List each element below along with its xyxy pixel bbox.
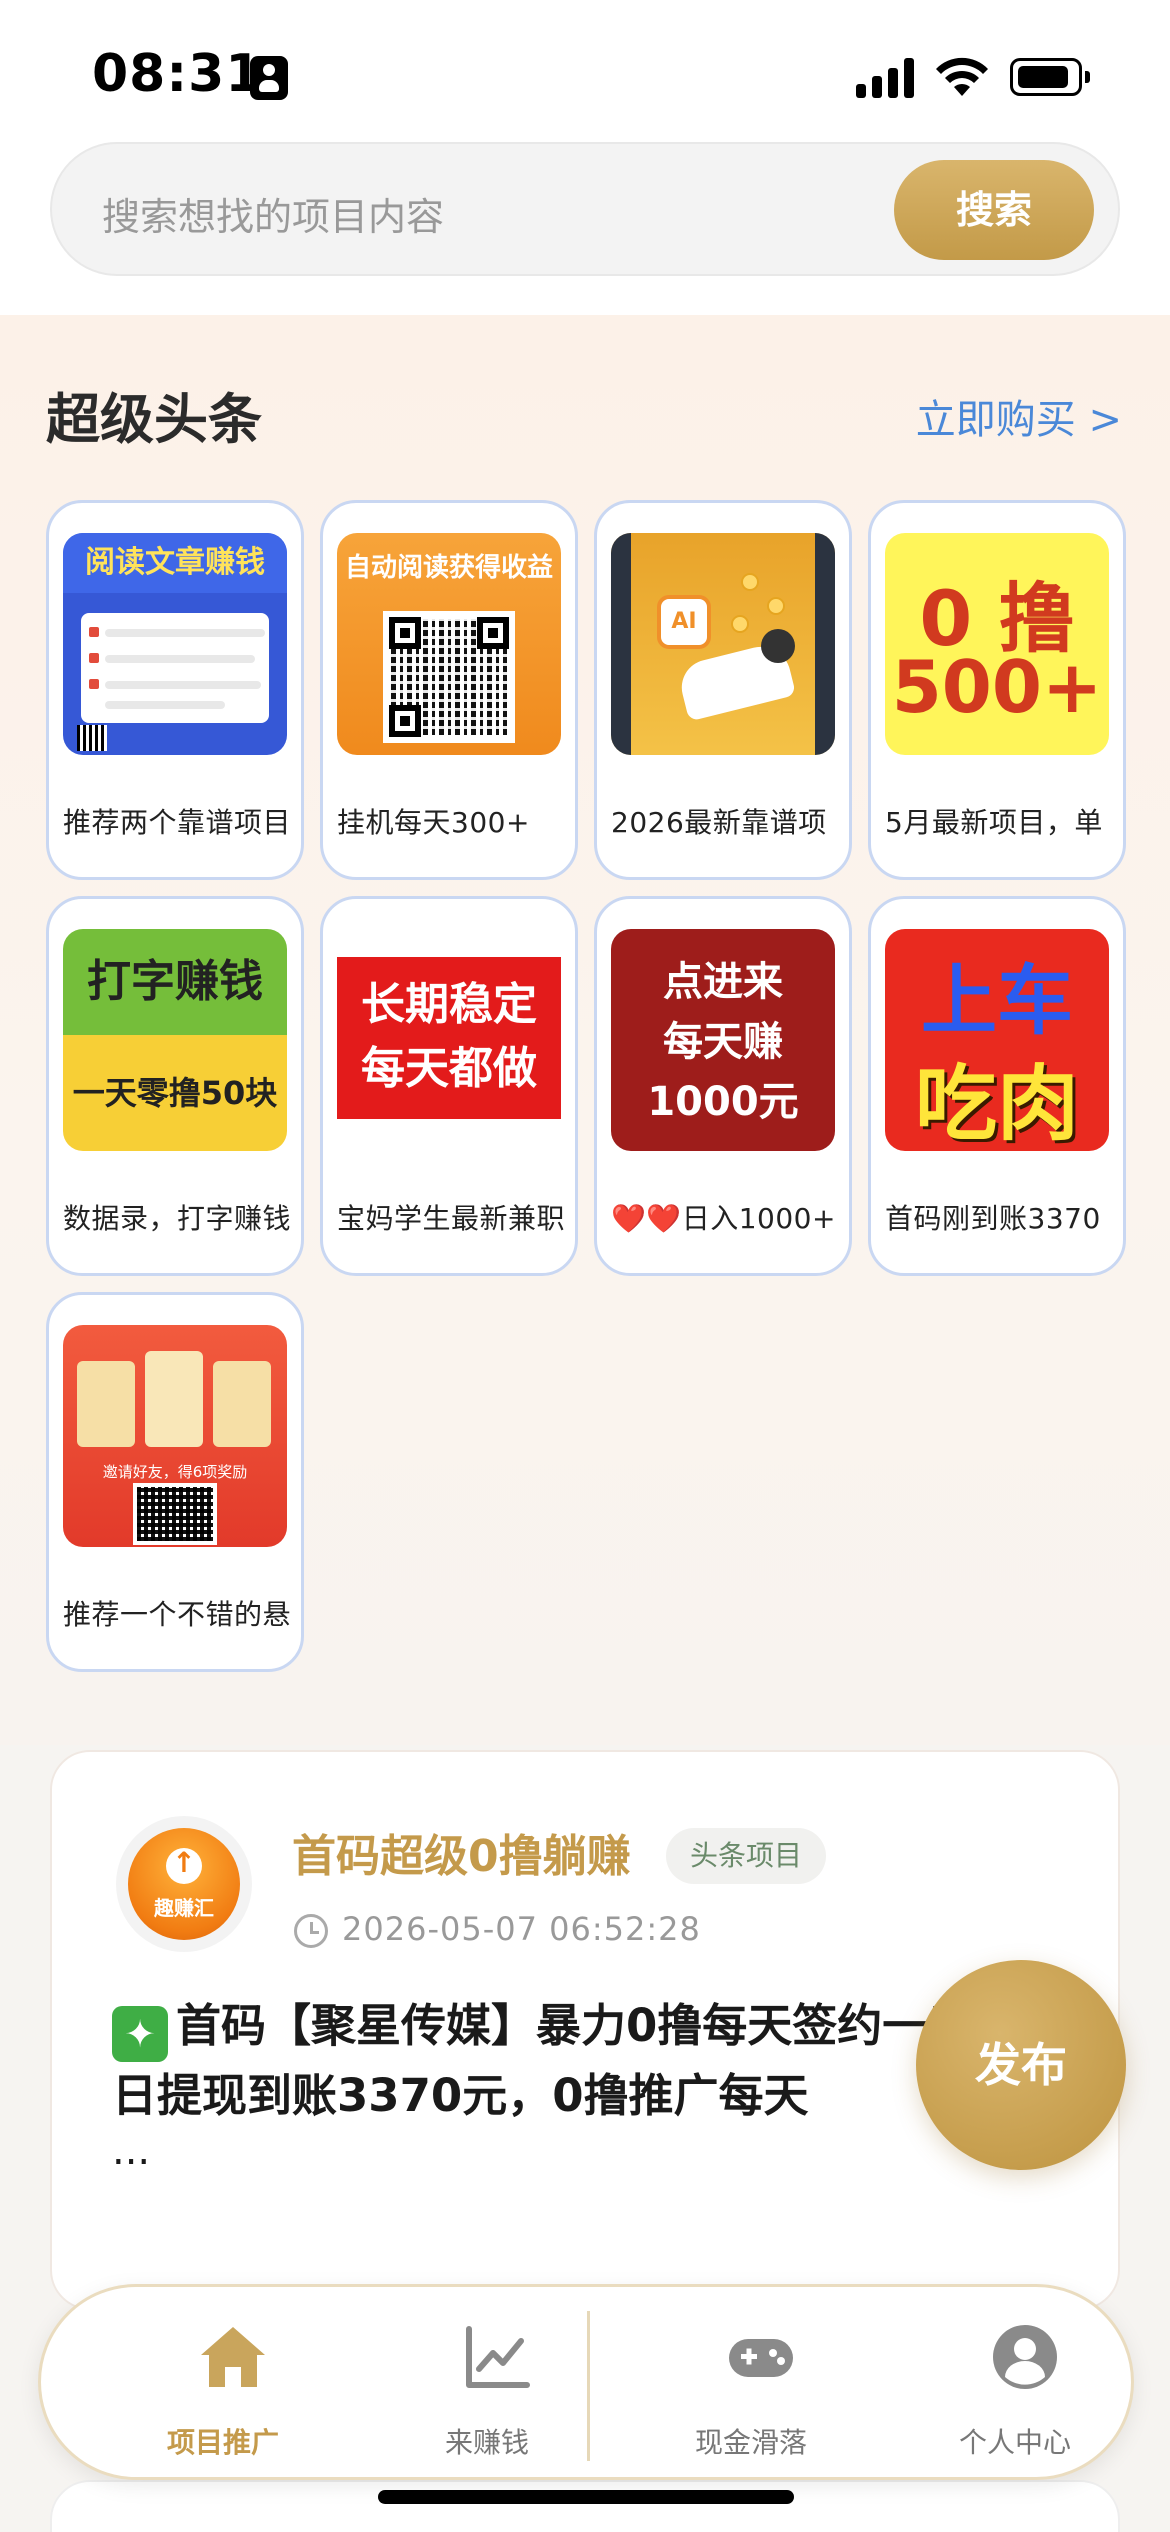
card-thumbnail: 自动阅读获得收益 [337, 533, 561, 755]
app-screen: 08:31 搜索想找的项目内容 搜索 超级头条 立即购买 > 阅读文章赚钱 推荐… [0, 0, 1170, 2532]
card-label: ❤️❤️日入1000+ [611, 1202, 836, 1235]
envelope-icon [145, 1351, 203, 1447]
headline-card[interactable]: 打字赚钱 一天零撸50块 数据录，打字赚钱 [46, 896, 304, 1276]
card-label: 首码刚到账3370 [885, 1202, 1101, 1235]
status-bar: 08:31 [0, 0, 1170, 140]
portrait-lock-icon [250, 56, 288, 100]
tab-label: 来赚钱 [444, 2426, 529, 2459]
buy-now-link[interactable]: 立即购买 > [916, 387, 1122, 445]
cellular-signal-icon [856, 58, 914, 98]
headline-card[interactable]: 点进来 每天赚 1000元 ❤️❤️日入1000+ [594, 896, 852, 1276]
thumbnail-text: 每天赚 [663, 1019, 783, 1065]
card-thumbnail: 长期稳定 每天都做 [337, 929, 561, 1151]
thumbnail-text: 邀请好友，得6项奖励 [102, 1463, 248, 1481]
tab-cash-drop[interactable]: 现金滑落 [619, 2287, 883, 2483]
headline-card[interactable]: 上车 吃肉 首码刚到账3370 [868, 896, 1126, 1276]
battery-icon [1010, 58, 1090, 96]
headline-card[interactable]: 0 撸 500+ 5月最新项目，单 [868, 500, 1126, 880]
avatar-brand-text: 趣赚汇 [154, 1896, 214, 1920]
avatar[interactable]: 趣赚汇 [116, 1816, 252, 1952]
tab-label: 现金滑落 [694, 2426, 807, 2459]
thumbnail-text: 每天都做 [361, 1043, 537, 1094]
card-thumbnail: 邀请好友，得6项奖励 [63, 1325, 287, 1547]
tab-project-promotion[interactable]: 项目推广 [91, 2287, 355, 2483]
thumbnail-text: 吃肉 [914, 1057, 1079, 1151]
card-label: 推荐一个不错的悬 [63, 1598, 291, 1631]
post-ellipsis: ... [112, 2128, 151, 2174]
sparkle-icon: ✦ [112, 2006, 168, 2062]
thumbnail-text: 1000元 [647, 1079, 799, 1125]
post-timestamp: 2026-05-07 06:52:28 [342, 1910, 701, 1948]
card-thumbnail: 上车 吃肉 [885, 929, 1109, 1151]
card-label: 宝妈学生最新兼职 [337, 1202, 565, 1235]
search-bar: 搜索想找的项目内容 搜索 [0, 140, 1170, 315]
tab-personal-center[interactable]: 个人中心 [883, 2287, 1147, 2483]
headline-card[interactable]: 自动阅读获得收益 挂机每天300+ [320, 500, 578, 880]
thumbnail-text: 自动阅读获得收益 [344, 553, 553, 583]
gamepad-icon [729, 2339, 793, 2377]
post-title[interactable]: 首码超级0撸躺赚 [292, 1820, 631, 1884]
ai-logo-icon: AI [657, 595, 711, 649]
post-tag-badge: 头条项目 [666, 1828, 827, 1884]
user-icon [993, 2325, 1057, 2389]
thumbnail-text: 上车 [921, 956, 1073, 1045]
home-icon [201, 2327, 265, 2387]
home-indicator[interactable] [378, 2490, 794, 2504]
tab-label: 项目推广 [166, 2426, 279, 2459]
search-button[interactable]: 搜索 [894, 160, 1094, 260]
qr-code-icon [133, 1483, 217, 1545]
thumbnail-text: 长期稳定 [361, 979, 537, 1030]
section-title: 超级头条 [46, 388, 262, 451]
bottom-tab-bar: 项目推广 来赚钱 现金滑落 个人中心 [38, 2284, 1134, 2480]
clock-icon [294, 1914, 328, 1948]
thumbnail-text: 500+ [891, 645, 1103, 729]
publish-button[interactable]: 发布 [916, 1960, 1126, 2170]
headline-card[interactable]: AI 2026最新靠谱项 [594, 500, 852, 880]
headline-section: 超级头条 立即购买 > 阅读文章赚钱 推荐两个靠谱项目 自动阅读获得收益 挂机每… [0, 315, 1170, 1745]
card-thumbnail: 点进来 每天赚 1000元 [611, 929, 835, 1151]
search-placeholder: 搜索想找的项目内容 [102, 195, 445, 239]
chart-icon [466, 2326, 530, 2388]
card-label: 5月最新项目，单 [885, 806, 1103, 839]
tab-earn-money[interactable]: 来赚钱 [355, 2287, 619, 2483]
thumbnail-text: 阅读文章赚钱 [63, 533, 287, 593]
qr-code-icon [383, 611, 515, 743]
card-thumbnail: 阅读文章赚钱 [63, 533, 287, 755]
thumbnail-text: 打字赚钱 [63, 929, 287, 1035]
card-label: 2026最新靠谱项 [611, 806, 827, 839]
envelope-icon [213, 1361, 271, 1447]
card-thumbnail: AI [611, 533, 835, 755]
headline-card[interactable]: 长期稳定 每天都做 宝妈学生最新兼职 [320, 896, 578, 1276]
card-thumbnail: 打字赚钱 一天零撸50块 [63, 929, 287, 1151]
card-label: 推荐两个靠谱项目 [63, 806, 291, 839]
thumbnail-text: 点进来 [663, 959, 783, 1005]
headline-card[interactable]: 阅读文章赚钱 推荐两个靠谱项目 [46, 500, 304, 880]
up-arrow-icon [166, 1846, 202, 1884]
status-time: 08:31 [92, 44, 263, 104]
card-label: 挂机每天300+ [337, 806, 530, 839]
wifi-icon [936, 57, 988, 96]
tab-divider [587, 2311, 590, 2461]
next-post-card[interactable] [50, 2480, 1120, 2532]
thumbnail-text: 一天零撸50块 [63, 1035, 287, 1151]
qr-code-icon [77, 725, 107, 751]
card-thumbnail: 0 撸 500+ [885, 533, 1109, 755]
card-label: 数据录，打字赚钱 [63, 1202, 291, 1235]
tab-label: 个人中心 [958, 2426, 1071, 2459]
search-input[interactable]: 搜索想找的项目内容 搜索 [50, 142, 1120, 276]
headline-card[interactable]: 邀请好友，得6项奖励 推荐一个不错的悬 [46, 1292, 304, 1672]
envelope-icon [77, 1361, 135, 1447]
